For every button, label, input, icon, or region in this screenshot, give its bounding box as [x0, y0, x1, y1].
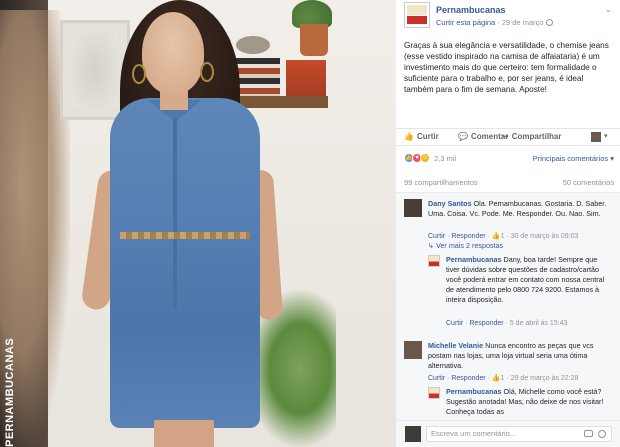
camera-icon[interactable]	[584, 430, 593, 437]
share-button[interactable]: ↪ Compartilhar	[502, 132, 562, 141]
comment-item: Michelle Velanie Nunca encontro as peças…	[404, 341, 614, 385]
caret-down-icon: ▾	[610, 154, 614, 163]
comment-time[interactable]: 29 de março às 22:28	[511, 375, 579, 382]
comment-reply-link[interactable]: Responder	[469, 320, 503, 327]
comment-composer: Escreva um comentário...	[396, 420, 620, 447]
shares-count-link[interactable]: 99 compartilhamentos	[404, 178, 478, 187]
avatar[interactable]	[404, 199, 422, 217]
like-page-link[interactable]: Curtir esta página	[436, 18, 495, 27]
comments-count-link[interactable]: 50 comentários	[563, 178, 614, 187]
comment-meta: Curtir · Responder · 👍1 · 30 de março às…	[428, 233, 579, 240]
top-comments-dropdown[interactable]: Principais comentários ▾	[533, 154, 614, 163]
like-button[interactable]: 👍 Curtir	[404, 132, 439, 141]
avatar[interactable]	[404, 341, 422, 359]
comment-input[interactable]: Escreva um comentário...	[426, 426, 612, 442]
post-header: Pernambucanas Curtir esta página · 29 de…	[404, 2, 614, 32]
facebook-photo-viewer: PERNAMBUCANAS Pernambucanas Curtir esta …	[0, 0, 620, 447]
reply-item: Pernambucanas Olá, Michelle como você es…	[428, 387, 614, 421]
commenter-name[interactable]: Pernambucanas	[446, 255, 502, 264]
comment-button[interactable]: 💬 Comentar	[458, 132, 508, 141]
comment-like-link[interactable]: Curtir	[428, 375, 445, 382]
wow-reaction-icon: ☺	[420, 153, 430, 163]
rope-belt	[120, 232, 250, 239]
emoji-icon[interactable]	[598, 430, 606, 438]
page-avatar[interactable]	[404, 2, 430, 28]
post-photo[interactable]: PERNAMBUCANAS	[0, 0, 396, 447]
comment-item: Dany Santos Ola. Pernambucanas. Gostaria…	[404, 199, 614, 240]
photo-model	[80, 0, 284, 447]
avatar[interactable]	[428, 387, 440, 399]
reply-item: Pernambucanas Dany, boa tarde! Sempre qu…	[428, 255, 614, 331]
chevron-down-icon[interactable]: ⌄	[604, 4, 612, 15]
thumbs-up-icon: 👍	[491, 375, 501, 382]
engagement-counts: 99 compartilhamentos 50 comentários	[404, 178, 614, 190]
post-text: Graças à sua elegância e versatilidade, …	[404, 41, 609, 94]
post-date[interactable]: 29 de março	[502, 18, 544, 27]
viewer-avatar	[405, 426, 421, 442]
post-actions-bar: 👍 Curtir 💬 Comentar ↪ Compartilhar ▾	[396, 128, 620, 146]
reaction-count[interactable]: 2,3 mil	[434, 154, 456, 163]
comment-meta: Curtir · Responder · 5 de abril às 15:43	[446, 320, 568, 327]
thumbs-up-icon: 👍	[491, 233, 501, 240]
model-face	[142, 12, 204, 94]
comment-reply-link[interactable]: Responder	[451, 375, 485, 382]
speech-bubble-icon: 💬	[458, 132, 468, 141]
comment-time[interactable]: 5 de abril às 15:43	[510, 320, 568, 327]
post-meta: Curtir esta página · 29 de março	[436, 18, 553, 27]
comment-like-link[interactable]: Curtir	[446, 320, 463, 327]
view-more-replies[interactable]: ↳ Ver mais 2 respostas	[428, 241, 608, 251]
commenter-name[interactable]: Michelle Velanie	[428, 341, 483, 350]
globe-icon	[545, 19, 553, 26]
viewer-avatar[interactable]	[591, 132, 601, 142]
comment-meta: Curtir · Responder · 👍1 · 29 de março às…	[428, 375, 579, 382]
photo-books	[286, 60, 326, 96]
comment-reply-link[interactable]: Responder	[451, 233, 485, 240]
thumbs-up-icon: 👍	[404, 132, 414, 141]
photo-plant-pot	[300, 24, 328, 56]
comments-section: Dany Santos Ola. Pernambucanas. Gostaria…	[396, 192, 620, 420]
denim-dress	[110, 98, 260, 428]
reactions-summary[interactable]: 👍 ♥ ☺ 2,3 mil Principais comentários ▾	[404, 152, 614, 166]
share-arrow-icon: ↪	[502, 132, 509, 141]
commenter-name[interactable]: Dany Santos	[428, 199, 472, 208]
comment-like-link[interactable]: Curtir	[428, 233, 445, 240]
page-name-link[interactable]: Pernambucanas	[436, 5, 506, 15]
comment-time[interactable]: 30 de março às 09:03	[511, 233, 579, 240]
caret-down-icon[interactable]: ▾	[604, 132, 608, 140]
commenter-name[interactable]: Pernambucanas	[446, 387, 502, 396]
post-sidebar: Pernambucanas Curtir esta página · 29 de…	[396, 0, 620, 447]
brand-watermark: PERNAMBUCANAS	[4, 337, 16, 447]
avatar[interactable]	[428, 255, 440, 267]
